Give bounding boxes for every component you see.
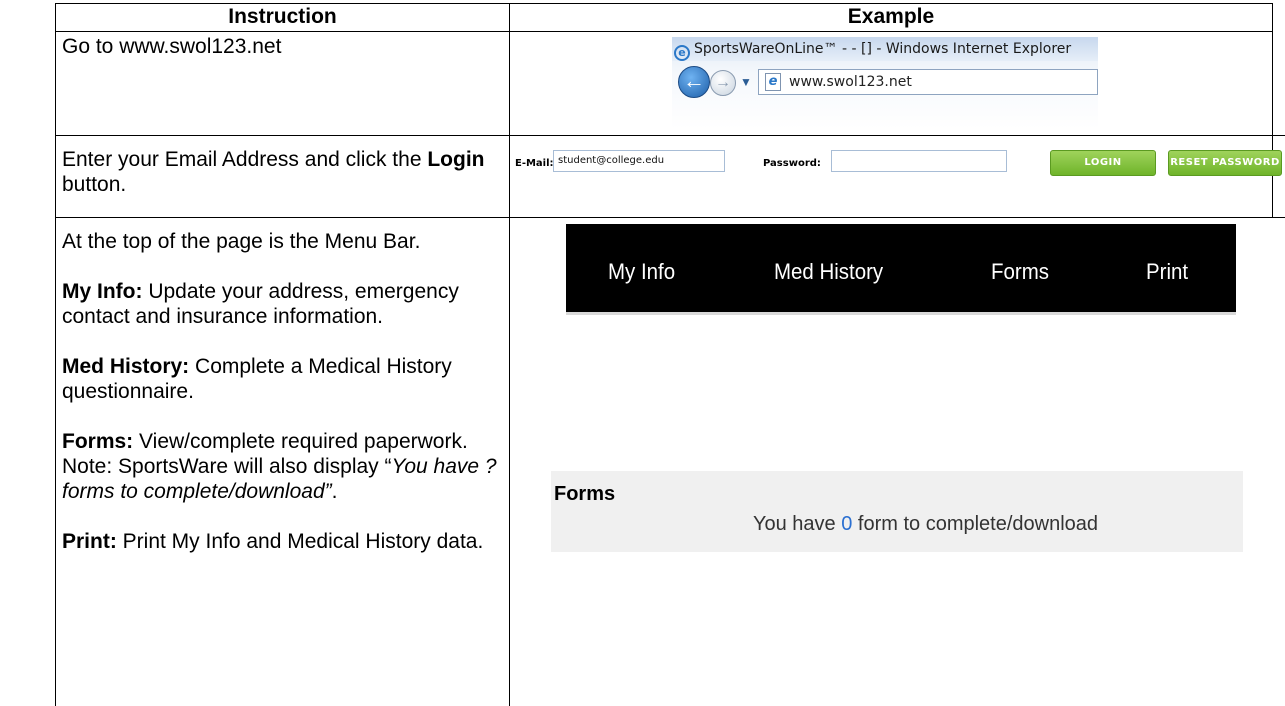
row1-separator (55, 135, 1285, 136)
browser-title: SportsWareOnLine™ - - [] - Windows Inter… (694, 41, 1072, 57)
header-separator (55, 31, 1273, 32)
table-right-border (1272, 3, 1273, 217)
forms-desc: Forms: View/complete required paperwork.… (62, 429, 502, 504)
table-left-border (55, 3, 56, 706)
menu-item-medhistory[interactable]: Med History (774, 260, 883, 284)
print-label: Print: (62, 530, 117, 553)
menu-bar: My Info Med History Forms Print (566, 224, 1236, 315)
medhistory-label: Med History: (62, 355, 190, 378)
row2-instruction: Enter your Email Address and click the L… (62, 147, 502, 197)
print-desc: Print: Print My Info and Medical History… (62, 529, 502, 554)
address-text: www.swol123.net (789, 74, 912, 90)
browser-screenshot: e SportsWareOnLine™ - - [] - Windows Inte… (672, 37, 1098, 129)
menu-item-print[interactable]: Print (1146, 260, 1188, 284)
email-field[interactable]: student@college.edu (553, 150, 725, 172)
back-arrow-icon[interactable]: ← (678, 66, 710, 98)
password-label: Password: (763, 158, 821, 169)
forms-msg-post: form to complete/download (852, 513, 1099, 535)
forms-panel-message: You have 0 form to complete/download (753, 513, 1098, 536)
row2-separator (55, 217, 1285, 218)
row2-text-bold: Login (427, 148, 485, 171)
row3-instruction: At the top of the page is the Menu Bar. … (62, 229, 502, 554)
forms-count[interactable]: 0 (841, 513, 852, 535)
table-mid-border (509, 3, 510, 706)
forms-panel: Forms You have 0 form to complete/downlo… (551, 471, 1243, 552)
row2-text-pre: Enter your Email Address and click the (62, 148, 428, 171)
forms-panel-title: Forms (554, 483, 616, 505)
email-label: E-Mail: (515, 158, 554, 169)
login-bar: E-Mail: student@college.edu Password: Lo… (515, 146, 1283, 180)
header-example: Example (847, 5, 935, 28)
browser-titlebar: e SportsWareOnLine™ - - [] - Windows Inte… (672, 37, 1098, 61)
reset-password-button[interactable]: Reset Password (1168, 150, 1282, 176)
header-instruction: Instruction (228, 5, 337, 28)
myinfo-label: My Info: (62, 280, 143, 303)
dropdown-icon[interactable]: ▼ (740, 75, 752, 89)
menu-item-myinfo[interactable]: My Info (608, 260, 675, 284)
ie-logo-icon: e (674, 45, 690, 61)
page-icon: e (765, 73, 781, 91)
row1-instruction: Go to www.swol123.net (62, 35, 282, 58)
myinfo-desc: My Info: Update your address, emergency … (62, 279, 502, 329)
forward-arrow-icon[interactable]: → (710, 70, 736, 96)
forms-label: Forms: (62, 430, 134, 453)
forms-msg-pre: You have (753, 513, 842, 535)
menu-item-forms[interactable]: Forms (991, 260, 1049, 284)
login-button[interactable]: Login (1050, 150, 1156, 176)
forms-end: . (331, 480, 338, 503)
row2-text-post: button. (62, 173, 127, 196)
print-text: Print My Info and Medical History data. (116, 530, 484, 553)
medhistory-desc: Med History: Complete a Medical History … (62, 354, 502, 404)
address-bar[interactable]: e www.swol123.net (758, 69, 1098, 95)
password-field[interactable] (831, 150, 1007, 172)
menu-intro: At the top of the page is the Menu Bar. (62, 230, 421, 253)
